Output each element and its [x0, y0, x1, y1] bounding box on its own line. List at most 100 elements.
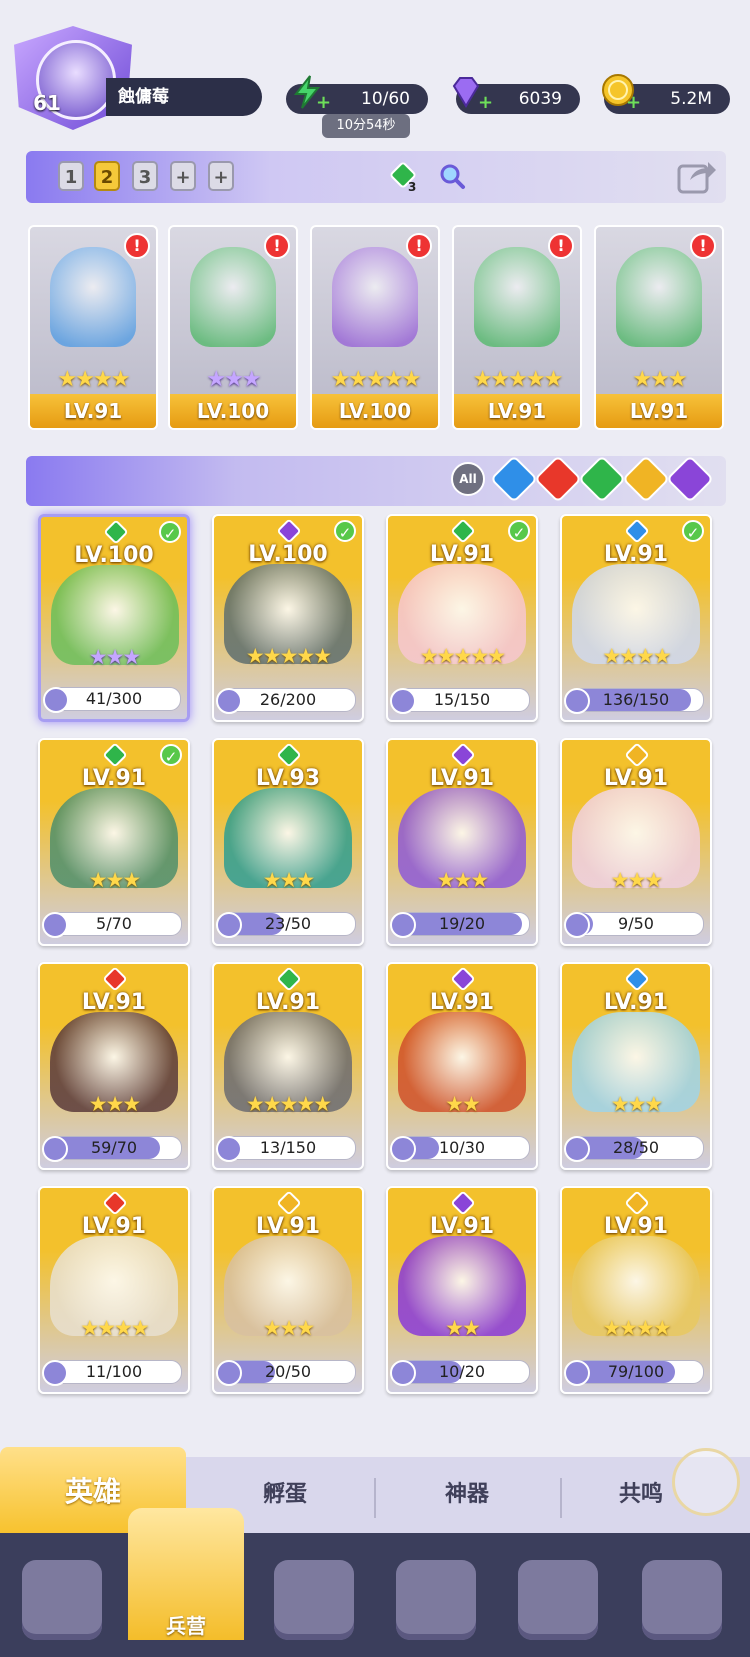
- hero-card[interactable]: ✓ LV.100 ★★★ 41/300: [38, 514, 190, 722]
- bottom-nav: [0, 1533, 750, 1657]
- owned-check-icon: ✓: [508, 520, 530, 542]
- search-icon[interactable]: [438, 162, 466, 190]
- team-add-button-1[interactable]: +: [170, 161, 196, 191]
- hero-stars: ★★★: [206, 367, 261, 392]
- element-light-icon: [276, 1190, 302, 1216]
- hero-stars: ★★★★: [57, 367, 131, 392]
- hero-card[interactable]: LV.91 ★★ 10/30: [386, 962, 538, 1170]
- add-gold-icon[interactable]: +: [626, 92, 641, 113]
- team-tab-3[interactable]: 3: [132, 161, 158, 191]
- hero-stars: ★★★: [88, 1092, 141, 1116]
- hero-card[interactable]: LV.91 ★★★ 19/20: [386, 738, 538, 946]
- hero-card[interactable]: LV.91 ★★★★ 79/100: [560, 1186, 712, 1394]
- hero-level: LV.91: [255, 1214, 321, 1239]
- hero-card[interactable]: ✓ LV.91 ★★★ 5/70: [38, 738, 190, 946]
- team-tab-1[interactable]: 1: [58, 161, 84, 191]
- nav-guild-icon[interactable]: [518, 1560, 598, 1640]
- fragment-icon: [390, 1136, 416, 1162]
- hero-card[interactable]: LV.91 ★★★★★ 13/150: [212, 962, 364, 1170]
- team-add-button-2[interactable]: +: [208, 161, 234, 191]
- hero-level: LV.91: [81, 1214, 147, 1239]
- nav-banner-icon[interactable]: [642, 1560, 722, 1640]
- hero-stars: ★★: [445, 1316, 481, 1340]
- fragment-icon: [564, 912, 590, 938]
- hero-level: LV.91: [603, 766, 669, 791]
- hero-stars: ★★★: [262, 868, 315, 892]
- hero-stars: ★★★★★: [330, 367, 422, 392]
- fragment-icon: [216, 688, 242, 714]
- hero-card[interactable]: LV.91 ★★★ 28/50: [560, 962, 712, 1170]
- hero-portrait: [474, 247, 560, 347]
- hero-card[interactable]: ✓ LV.91 ★★★★ 136/150: [560, 514, 712, 722]
- hero-stars: ★★★: [88, 645, 141, 669]
- hero-card[interactable]: LV.91 ★★★ 59/70: [38, 962, 190, 1170]
- hero-level: LV.100: [248, 542, 328, 567]
- hero-level: LV.91: [30, 394, 156, 428]
- hero-level: LV.91: [429, 766, 495, 791]
- filter-all-button[interactable]: All: [451, 462, 485, 496]
- gem-value: 6039: [518, 89, 562, 109]
- element-water-icon: [624, 518, 650, 544]
- hero-portrait: [190, 247, 276, 347]
- tab-divider: [560, 1478, 562, 1518]
- team-tab-2[interactable]: 2: [94, 161, 120, 191]
- hero-card[interactable]: LV.91 ★★★★ 11/100: [38, 1186, 190, 1394]
- hero-portrait: [50, 247, 136, 347]
- nav-cards-icon[interactable]: [22, 1560, 102, 1640]
- alert-icon: !: [124, 233, 150, 259]
- floating-action-button[interactable]: [672, 1448, 740, 1516]
- player-name[interactable]: 蝕傭莓: [106, 78, 262, 116]
- hero-level: LV.91: [429, 990, 495, 1015]
- add-energy-icon[interactable]: +: [316, 92, 331, 113]
- tab-artifacts[interactable]: 神器: [382, 1457, 552, 1533]
- element-bonus-count: 3: [408, 180, 417, 194]
- nav-castle-icon[interactable]: [396, 1560, 476, 1640]
- fragment-icon: [564, 688, 590, 714]
- hero-card[interactable]: LV.91 ★★★ 20/50: [212, 1186, 364, 1394]
- element-earth-icon: [276, 966, 302, 992]
- element-earth-icon: [103, 519, 129, 545]
- team-hero-card[interactable]: ! ★★★★★ LV.100: [310, 225, 440, 430]
- fragment-icon: [43, 687, 69, 713]
- team-hero-card[interactable]: ! ★★★★★ LV.91: [452, 225, 582, 430]
- element-earth-icon: [276, 742, 302, 768]
- team-hero-card[interactable]: ! ★★★ LV.100: [168, 225, 298, 430]
- hero-card[interactable]: LV.91 ★★ 10/20: [386, 1186, 538, 1394]
- hero-stars: ★★★★: [602, 1316, 671, 1340]
- element-light-icon: [624, 1190, 650, 1216]
- hero-level: LV.100: [312, 394, 438, 428]
- hero-level: LV.91: [81, 990, 147, 1015]
- alert-icon: !: [406, 233, 432, 259]
- hero-stars: ★★★: [436, 868, 489, 892]
- nav-map-icon[interactable]: [274, 1560, 354, 1640]
- share-icon[interactable]: [676, 156, 718, 196]
- hero-level: LV.91: [603, 990, 669, 1015]
- hero-stars: ★★★★★: [245, 1092, 332, 1116]
- hero-stars: ★★★: [262, 1316, 315, 1340]
- team-hero-card[interactable]: ! ★★★ LV.91: [594, 225, 724, 430]
- player-level: 61: [33, 91, 61, 115]
- hero-level: LV.91: [603, 1214, 669, 1239]
- hero-card[interactable]: ✓ LV.91 ★★★★★ 15/150: [386, 514, 538, 722]
- hero-card[interactable]: LV.91 ★★★ 9/50: [560, 738, 712, 946]
- fragment-icon: [216, 1136, 242, 1162]
- element-earth-icon: [102, 742, 128, 768]
- alert-icon: !: [548, 233, 574, 259]
- gold-value: 5.2M: [670, 89, 712, 109]
- add-gem-icon[interactable]: +: [478, 92, 493, 113]
- team-hero-card[interactable]: ! ★★★★ LV.91: [28, 225, 158, 430]
- hero-card[interactable]: LV.93 ★★★ 23/50: [212, 738, 364, 946]
- hero-stars: ★★: [445, 1092, 481, 1116]
- fragment-icon: [564, 1136, 590, 1162]
- hero-portrait: [332, 247, 418, 347]
- team-bar: [26, 151, 726, 203]
- owned-check-icon: ✓: [160, 744, 182, 766]
- hero-level: LV.100: [170, 394, 296, 428]
- hero-level: LV.91: [429, 1214, 495, 1239]
- fragment-icon: [390, 1360, 416, 1386]
- fragment-icon: [564, 1360, 590, 1386]
- hero-stars: ★★★: [88, 868, 141, 892]
- hero-card[interactable]: ✓ LV.100 ★★★★★ 26/200: [212, 514, 364, 722]
- fragment-icon: [42, 1136, 68, 1162]
- hero-level: LV.91: [454, 394, 580, 428]
